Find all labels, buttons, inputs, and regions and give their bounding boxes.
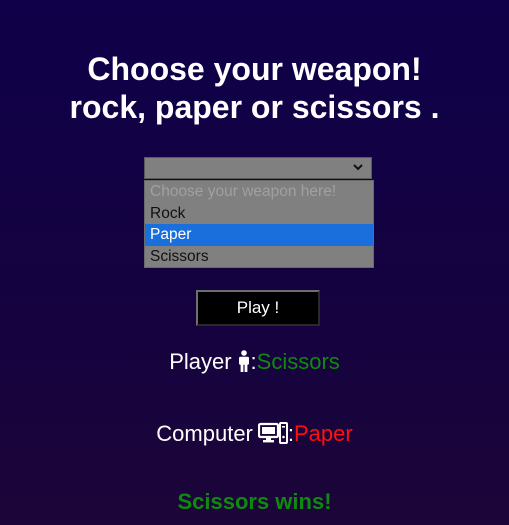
computer-choice: Paper <box>294 421 353 446</box>
option-paper[interactable]: Paper <box>145 224 373 246</box>
option-rock[interactable]: Rock <box>145 203 373 225</box>
person-icon <box>238 350 249 372</box>
chevron-down-icon <box>353 164 363 171</box>
page-title: Choose your weapon! rock, paper or sciss… <box>0 50 509 126</box>
title-line-1: Choose your weapon! <box>87 51 422 87</box>
player-choice-line: Player :Scissors <box>169 349 340 374</box>
player-choice: Scissors <box>256 349 340 374</box>
result-text: Scissors wins! <box>177 489 332 514</box>
computer-icon <box>257 422 288 444</box>
title-line-2: rock, paper or scissors . <box>69 89 440 125</box>
player-label: Player <box>169 349 232 374</box>
weapon-select[interactable] <box>144 157 372 179</box>
option-scissors[interactable]: Scissors <box>145 246 373 268</box>
computer-label: Computer <box>156 421 253 446</box>
weapon-dropdown-list: Choose your weapon here! Rock Paper Scis… <box>144 180 374 268</box>
play-button[interactable]: Play ! <box>196 290 320 326</box>
option-placeholder[interactable]: Choose your weapon here! <box>145 181 373 203</box>
computer-choice-line: Computer :Paper <box>156 421 353 446</box>
